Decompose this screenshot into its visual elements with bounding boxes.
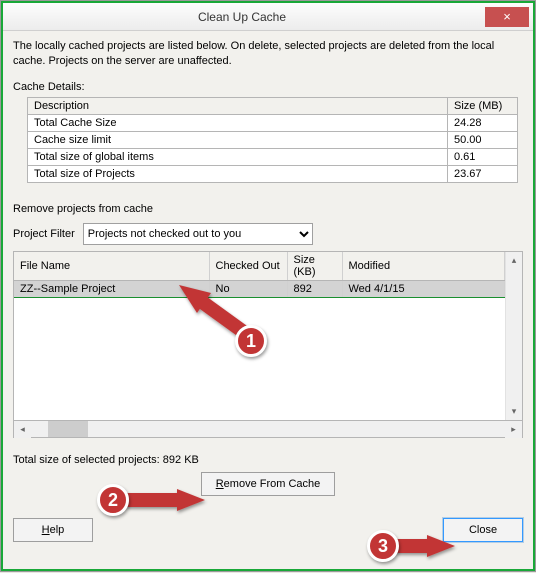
window-title: Clean Up Cache: [3, 10, 481, 24]
col-checked-out[interactable]: Checked Out: [209, 252, 287, 281]
cache-details-table: Description Size (MB) Total Cache Size 2…: [27, 97, 518, 183]
close-icon: ×: [503, 9, 511, 24]
scroll-right-icon[interactable]: ▸: [505, 421, 522, 438]
help-button[interactable]: Help: [13, 518, 93, 542]
col-file-name[interactable]: File Name: [14, 252, 209, 281]
col-size-kb[interactable]: Size (KB): [287, 252, 342, 281]
scroll-thumb[interactable]: [48, 421, 88, 437]
remove-from-cache-button[interactable]: Remove From Cache: [201, 472, 336, 496]
table-row: Total Cache Size 24.28: [28, 114, 518, 131]
selected-size-summary: Total size of selected projects: 892 KB: [13, 454, 523, 466]
remove-section-label: Remove projects from cache: [13, 203, 523, 215]
window-close-button[interactable]: ×: [485, 7, 529, 27]
table-row: Cache size limit 50.00: [28, 131, 518, 148]
list-item[interactable]: ZZ--Sample Project No 892 Wed 4/1/15: [14, 280, 505, 297]
cache-details-label: Cache Details:: [13, 81, 523, 93]
close-button[interactable]: Close: [443, 518, 523, 542]
vertical-scrollbar[interactable]: ▴ ▾: [505, 252, 522, 420]
scroll-up-icon[interactable]: ▴: [506, 252, 522, 269]
project-filter-select[interactable]: Projects not checked out to you: [83, 223, 313, 245]
col-modified[interactable]: Modified: [342, 252, 505, 281]
title-bar: Clean Up Cache ×: [3, 3, 533, 31]
horizontal-scrollbar[interactable]: ◂ ▸: [13, 421, 523, 438]
col-description: Description: [28, 97, 448, 114]
intro-text: The locally cached projects are listed b…: [13, 39, 523, 69]
project-list: File Name Checked Out Size (KB) Modified…: [13, 251, 523, 421]
col-size-mb: Size (MB): [448, 97, 518, 114]
list-header: File Name Checked Out Size (KB) Modified: [14, 252, 505, 281]
project-filter-label: Project Filter: [13, 228, 75, 240]
scroll-left-icon[interactable]: ◂: [14, 421, 31, 438]
table-row: Total size of global items 0.61: [28, 148, 518, 165]
scroll-down-icon[interactable]: ▾: [506, 403, 522, 420]
table-row: Total size of Projects 23.67: [28, 165, 518, 182]
